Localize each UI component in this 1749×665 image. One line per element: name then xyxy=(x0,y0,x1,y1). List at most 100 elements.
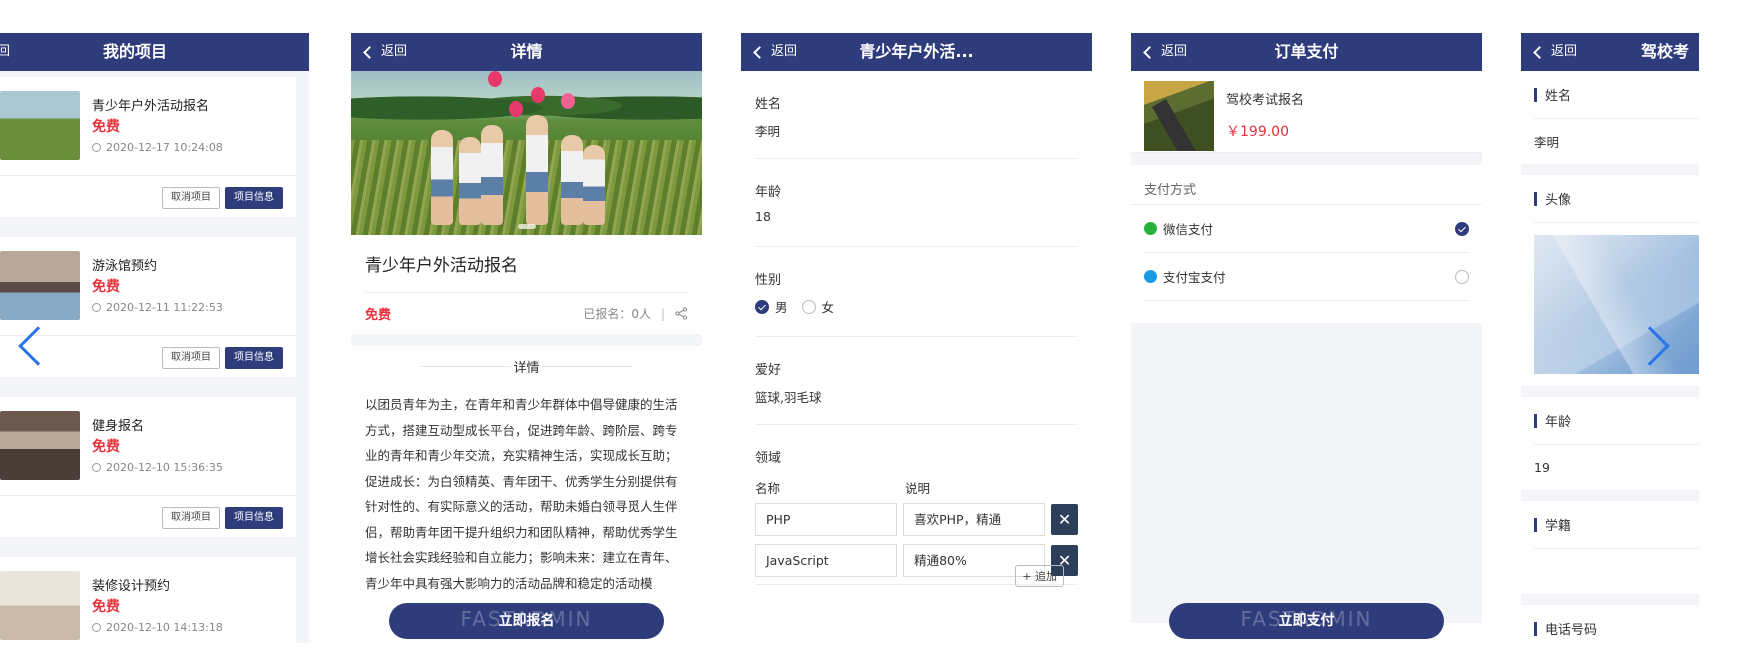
list-item[interactable]: 装修设计预约 免费 2020-12-10 14:13:18 xyxy=(0,557,296,643)
gender-row: 性别 男 女 xyxy=(755,247,1078,337)
empty-area xyxy=(1131,323,1482,623)
project-title: 健身报名 xyxy=(92,419,145,434)
pay-option-wechat[interactable]: 微信支付 xyxy=(1144,205,1469,253)
top-bar: 返回 青少年户外活... xyxy=(741,33,1092,71)
name-field[interactable]: 李明 xyxy=(1534,119,1699,164)
hobby-field[interactable]: 篮球,羽毛球 xyxy=(755,387,1078,424)
actions: 取消项目 项目信息 xyxy=(162,507,283,529)
project-info-button[interactable]: 项目信息 xyxy=(225,187,283,209)
name-label: 姓名 xyxy=(755,97,782,112)
clock-icon xyxy=(92,623,101,632)
project-thumbnail xyxy=(0,571,80,640)
project-thumbnail xyxy=(0,411,80,480)
panel-driving-school: 返回 驾校考 姓名 李明 头像 年龄 19 学籍 电话号码 1331111111… xyxy=(1521,33,1699,643)
page-title: 订单支付 xyxy=(1274,42,1339,61)
driving-form: 姓名 李明 头像 年龄 19 学籍 电话号码 13311111111 xyxy=(1521,71,1699,643)
name-label: 姓名 xyxy=(1534,71,1699,119)
field-name-input[interactable]: JavaScript xyxy=(755,544,898,577)
cancel-project-button[interactable]: 取消项目 xyxy=(162,347,220,369)
gender-radios: 男 女 xyxy=(755,297,1078,336)
radio-label: 男 xyxy=(775,300,788,315)
gender-female-radio[interactable]: 女 xyxy=(801,297,834,316)
section-title: 详情 xyxy=(351,346,702,386)
divider xyxy=(0,175,296,176)
top-bar: 返回 订单支付 xyxy=(1131,33,1482,71)
field-desc-input[interactable]: 喜欢PHP，精通 xyxy=(903,503,1046,536)
field-row: 领域 名称 说明 PHP 喜欢PHP，精通 ✕ JavaScript 精通80%… xyxy=(755,425,1078,587)
order-item: 驾校考试报名 ￥199.00 xyxy=(1131,71,1482,153)
hobby-row: 爱好 篮球,羽毛球 xyxy=(755,337,1078,425)
back-button[interactable]: 返回 xyxy=(0,33,10,71)
pay-option-alipay[interactable]: 支付宝支付 xyxy=(1144,253,1469,301)
project-date: 2020-12-17 10:24:08 xyxy=(92,141,223,154)
age-field[interactable]: 19 xyxy=(1534,445,1699,490)
hobby-label: 爱好 xyxy=(755,363,782,378)
remove-row-icon[interactable]: ✕ xyxy=(1051,504,1078,535)
field-columns: 名称 说明 xyxy=(755,471,1078,503)
project-title: 装修设计预约 xyxy=(92,579,171,594)
school-field[interactable] xyxy=(1534,549,1699,594)
project-info-button[interactable]: 项目信息 xyxy=(225,507,283,529)
project-price: 免费 xyxy=(92,119,120,135)
section-gap xyxy=(1521,164,1699,175)
append-row-button[interactable]: + 追加 xyxy=(1015,565,1064,587)
hero-image xyxy=(351,71,702,235)
item-price: 免费 xyxy=(365,308,392,323)
balloon xyxy=(561,93,575,109)
pay-option-left: 支付宝支付 xyxy=(1144,267,1226,286)
actions: 取消项目 项目信息 xyxy=(162,347,283,369)
balloon xyxy=(509,101,523,117)
age-label: 年龄 xyxy=(1534,397,1699,445)
project-date: 2020-12-10 14:13:18 xyxy=(92,621,223,634)
project-price: 免费 xyxy=(92,439,120,455)
clock-icon xyxy=(92,463,101,472)
hero-person xyxy=(583,145,605,225)
date-text: 2020-12-10 15:36:35 xyxy=(106,461,223,474)
age-field[interactable]: 18 xyxy=(755,209,1078,246)
balloon xyxy=(531,87,545,103)
hero-person xyxy=(526,115,548,225)
field-name-input[interactable]: PHP xyxy=(755,503,898,536)
list-item[interactable]: 青少年户外活动报名 免费 2020-12-17 10:24:08 取消项目 项目… xyxy=(0,77,296,217)
section-gap xyxy=(1521,594,1699,605)
list-item[interactable]: 健身报名 免费 2020-12-10 15:36:35 取消项目 项目信息 xyxy=(0,397,296,537)
date-text: 2020-12-17 10:24:08 xyxy=(106,141,223,154)
top-bar: 返回 详情 xyxy=(351,33,702,71)
product-price: ￥199.00 xyxy=(1226,124,1289,140)
age-row: 年龄 18 xyxy=(755,159,1078,247)
page-title: 驾校考 xyxy=(1641,42,1690,61)
col-desc-header: 说明 xyxy=(905,480,931,496)
cancel-project-button[interactable]: 取消项目 xyxy=(162,507,220,529)
share-icon[interactable] xyxy=(675,307,688,320)
hero-person xyxy=(459,137,481,225)
signup-form: 姓名 李明 年龄 18 性别 男 女 爱好 篮球,羽毛球 领域 名称 说明 PH… xyxy=(741,71,1092,587)
registered-count: 已报名：0人 xyxy=(583,307,651,321)
top-bar: 返回 驾校考 xyxy=(1521,33,1699,71)
alipay-icon xyxy=(1144,270,1157,283)
field-entry-row: PHP 喜欢PHP，精通 ✕ xyxy=(755,503,1078,536)
avatar-image[interactable] xyxy=(1534,235,1699,374)
pay-option-left: 微信支付 xyxy=(1144,219,1213,238)
name-field[interactable]: 李明 xyxy=(755,121,1078,158)
gender-male-radio[interactable]: 男 xyxy=(755,297,788,316)
registered-info: 已报名：0人 | xyxy=(583,305,688,322)
project-info-button[interactable]: 项目信息 xyxy=(225,347,283,369)
radio-checked-icon xyxy=(755,299,769,314)
page-title: 我的项目 xyxy=(102,42,167,61)
col-name-header: 名称 xyxy=(755,480,781,496)
page-title: 青少年户外活... xyxy=(859,42,974,61)
back-button[interactable]: 返回 xyxy=(1533,33,1577,71)
name-row: 姓名 李明 xyxy=(755,71,1078,159)
gender-label: 性别 xyxy=(755,273,782,288)
hero-person xyxy=(481,125,503,225)
hero-person xyxy=(431,130,453,225)
cancel-project-button[interactable]: 取消项目 xyxy=(162,187,220,209)
phone-label: 电话号码 xyxy=(1534,605,1699,643)
carousel-dots[interactable] xyxy=(517,224,536,229)
actions: 取消项目 项目信息 xyxy=(162,187,283,209)
pay-method-label: 支付方式 xyxy=(1131,165,1482,205)
balloon xyxy=(488,71,502,87)
divider xyxy=(0,495,296,496)
project-thumbnail xyxy=(0,251,80,320)
description-text: 以团员青年为主，在青年和青少年群体中倡导健康的生活方式，搭建互动型成长平台，促进… xyxy=(365,397,678,591)
